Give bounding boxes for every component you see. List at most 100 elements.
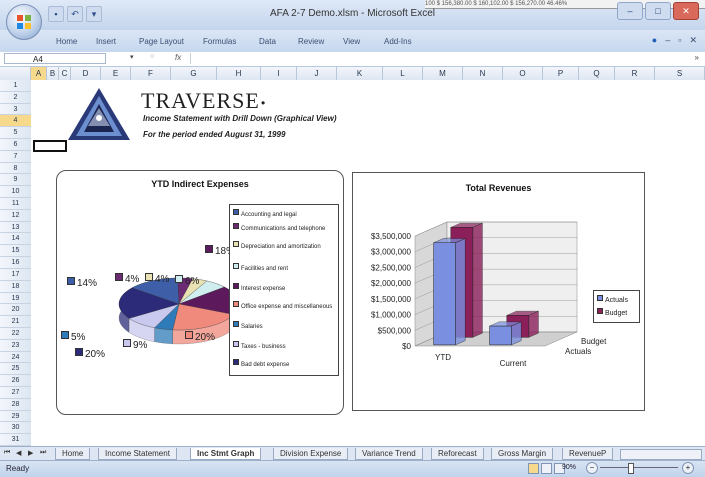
sheet-tab-gross-margin[interactable]: Gross Margin [491, 448, 554, 460]
brand-name: TRAVERSE [141, 88, 260, 113]
restore-workbook-icon[interactable]: ▫ [678, 35, 681, 46]
row-header[interactable]: 10 [0, 186, 31, 199]
minimize-workbook-icon[interactable]: – [665, 35, 670, 46]
sheet-tab-inc-stmt-graph[interactable]: Inc Stmt Graph [190, 448, 262, 460]
row-header[interactable]: 18 [0, 281, 31, 293]
row-header[interactable]: 11 [0, 198, 31, 210]
row-header[interactable]: 15 [0, 245, 31, 258]
column-header[interactable]: P [543, 67, 579, 80]
tab-view[interactable]: View [343, 37, 360, 46]
column-header[interactable]: F [131, 67, 171, 80]
row-header[interactable]: 7 [0, 151, 31, 163]
maximize-button[interactable]: □ [645, 2, 671, 20]
sheet-tab-division-expense[interactable]: Division Expense [273, 448, 349, 460]
formula-input[interactable] [190, 53, 691, 64]
tab-home[interactable]: Home [56, 37, 77, 46]
row-header[interactable]: 8 [0, 163, 31, 175]
name-box-dropdown-icon[interactable]: ▾ [130, 53, 134, 61]
close-workbook-icon[interactable]: ✕ [689, 35, 697, 46]
horizontal-scrollbar[interactable] [620, 449, 702, 460]
column-header[interactable]: H [217, 67, 261, 80]
page-layout-view-icon[interactable] [541, 463, 552, 474]
column-header[interactable]: M [423, 67, 463, 80]
sheet-tab-home[interactable]: Home [55, 448, 91, 460]
row-header[interactable]: 31 [0, 434, 31, 446]
column-header[interactable]: B [47, 67, 59, 80]
first-sheet-icon[interactable]: ⏮ [4, 449, 10, 457]
row-header[interactable]: 23 [0, 340, 31, 352]
column-header[interactable]: Q [579, 67, 615, 80]
sheet-tab-income-statement[interactable]: Income Statement [98, 448, 177, 460]
row-header[interactable]: 1 [0, 80, 31, 92]
tab-review[interactable]: Review [298, 37, 324, 46]
active-cell[interactable] [33, 140, 67, 152]
office-button[interactable] [6, 4, 42, 40]
name-box[interactable]: A4 [4, 53, 106, 64]
sheet-tab-reforecast[interactable]: Reforecast [431, 448, 484, 460]
sheet-tab-revenuep[interactable]: RevenueP [562, 448, 614, 460]
column-header[interactable]: N [463, 67, 503, 80]
tab-page-layout[interactable]: Page Layout [139, 37, 184, 46]
column-header[interactable]: O [503, 67, 543, 80]
column-header[interactable]: E [101, 67, 131, 80]
prev-sheet-icon[interactable]: ◀ [16, 449, 21, 457]
insert-function-button[interactable]: fx [175, 53, 181, 62]
last-sheet-icon[interactable]: ⏭ [40, 449, 46, 457]
row-header[interactable]: 12 [0, 210, 31, 222]
save-icon[interactable]: ▪ [48, 6, 64, 22]
zoom-out-button[interactable]: − [586, 462, 598, 474]
row-header[interactable]: 9 [0, 174, 31, 187]
row-header[interactable]: 17 [0, 269, 31, 281]
row-header[interactable]: 13 [0, 222, 31, 234]
tab-add-ins[interactable]: Add-Ins [384, 37, 412, 46]
minimize-button[interactable]: – [617, 2, 643, 20]
sheet-tab-variance-trend[interactable]: Variance Trend [355, 448, 423, 460]
row-header[interactable]: 30 [0, 422, 31, 435]
office-logo-icon [17, 15, 31, 29]
zoom-in-button[interactable]: + [682, 462, 694, 474]
column-header[interactable]: K [337, 67, 383, 80]
row-header[interactable]: 25 [0, 363, 31, 376]
zoom-slider-thumb[interactable] [628, 463, 634, 474]
row-header[interactable]: 14 [0, 233, 31, 246]
zoom-slider-track[interactable] [600, 467, 678, 468]
close-button[interactable]: ✕ [673, 2, 699, 20]
tab-data[interactable]: Data [259, 37, 276, 46]
normal-view-icon[interactable] [528, 463, 539, 474]
row-header[interactable]: 4 [0, 115, 31, 128]
tab-formulas[interactable]: Formulas [203, 37, 236, 46]
select-all-corner[interactable] [0, 67, 31, 80]
help-icon[interactable]: ● [652, 35, 657, 46]
row-header[interactable]: 20 [0, 304, 31, 317]
row-header[interactable]: 19 [0, 293, 31, 305]
row-header[interactable]: 29 [0, 411, 31, 423]
column-header[interactable]: C [59, 67, 71, 80]
row-header[interactable]: 24 [0, 352, 31, 364]
column-header[interactable]: S [655, 67, 705, 80]
expand-formula-bar-icon[interactable]: » [695, 53, 699, 62]
row-header[interactable]: 28 [0, 399, 31, 411]
chart-ytd-indirect-expenses[interactable]: YTD Indirect Expenses 14% 4% 4% 6% 18% 20% 5% 9… [56, 170, 344, 415]
chart-total-revenues[interactable]: Total Revenues $3,500,000 $3,000,000 $2,50… [352, 172, 645, 411]
tab-insert[interactable]: Insert [96, 37, 116, 46]
row-header[interactable]: 6 [0, 139, 31, 151]
row-header[interactable]: 21 [0, 316, 31, 328]
row-header[interactable]: 3 [0, 104, 31, 116]
row-header[interactable]: 2 [0, 92, 31, 104]
row-header[interactable]: 27 [0, 387, 31, 399]
row-header[interactable]: 5 [0, 127, 31, 140]
zoom-level[interactable]: 90% [562, 464, 576, 471]
undo-icon[interactable]: ↶ [67, 6, 83, 22]
column-header[interactable]: R [615, 67, 655, 80]
row-header[interactable]: 16 [0, 257, 31, 269]
row-header[interactable]: 26 [0, 375, 31, 387]
column-header[interactable]: A [31, 67, 47, 80]
column-header[interactable]: J [297, 67, 337, 80]
column-header[interactable]: D [71, 67, 101, 80]
row-header[interactable]: 22 [0, 328, 31, 340]
column-header[interactable]: G [171, 67, 217, 80]
next-sheet-icon[interactable]: ▶ [28, 449, 33, 457]
redo-icon[interactable]: ▾ [86, 6, 102, 22]
column-header[interactable]: L [383, 67, 423, 80]
column-header[interactable]: I [261, 67, 297, 80]
